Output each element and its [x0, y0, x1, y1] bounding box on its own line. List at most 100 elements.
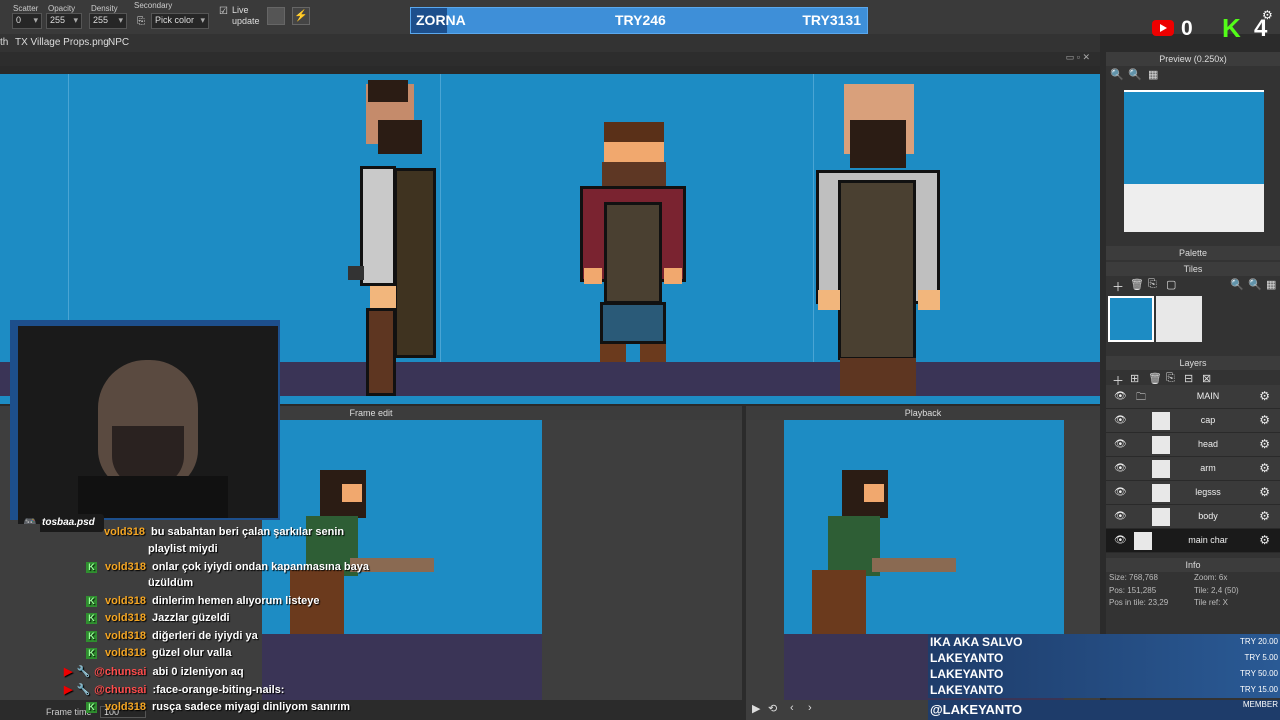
add-icon[interactable]: ＋ [1112, 278, 1124, 295]
zoom-out-icon[interactable]: 🔍 [1248, 278, 1262, 291]
layer-row[interactable]: 👁 body ⚙ [1106, 505, 1280, 529]
preview-thumbnail[interactable] [1124, 90, 1264, 232]
info-tile: Tile: 2,4 (50) [1194, 586, 1239, 595]
density-label: Density [91, 4, 118, 13]
info-size: Size: 768,768 [1109, 573, 1158, 582]
eye-icon[interactable]: 👁 [1114, 511, 1127, 522]
zoom-out-icon[interactable]: 🔍 [1128, 68, 1142, 81]
sprite-npc-bearded [580, 122, 686, 362]
palette-title: Palette [1106, 246, 1280, 260]
eye-icon[interactable]: 👁 [1114, 487, 1127, 498]
info-tile-ref: Tile ref: X [1194, 598, 1228, 607]
wrench-icon: 🔧 [76, 666, 91, 678]
fit-icon[interactable]: ▦ [1266, 278, 1276, 291]
layer-row[interactable]: 👁 🗀 MAIN ⚙ [1106, 385, 1280, 409]
frame-edit-ground [262, 634, 542, 700]
donation-target: TRY3131 [802, 12, 861, 28]
live-update-checkbox[interactable]: ☑ [219, 6, 228, 17]
sprite-playback [802, 470, 972, 634]
live-update-label-2: update [232, 16, 260, 26]
chat-message: Kvold318 rusça sadece miyagi dinliyom san… [86, 701, 350, 713]
tab-th[interactable]: th [0, 37, 8, 48]
flatten-icon[interactable]: ⊠ [1202, 372, 1211, 385]
info-pos: Pos: 151,285 [1109, 586, 1157, 595]
add-group-icon[interactable]: ⊞ [1130, 372, 1139, 385]
layer-row[interactable]: 👁 cap ⚙ [1106, 409, 1280, 433]
chat-message: Kvold318 dinlerim hemen alıyorum listeye [86, 595, 319, 607]
eye-icon[interactable]: 👁 [1114, 535, 1127, 546]
layer-row[interactable]: 👁 legsss ⚙ [1106, 481, 1280, 505]
gear-icon[interactable]: ⚙ [1259, 509, 1270, 523]
scatter-label: Scatter [13, 4, 39, 13]
trash-icon[interactable]: 🗑 [1148, 372, 1162, 385]
chat-message: Kvold318 güzel olur valla [86, 647, 231, 659]
wand-button[interactable]: ⚡ [292, 7, 310, 25]
prev-frame-icon[interactable]: ‹ [790, 702, 794, 714]
left-gutter [0, 524, 40, 700]
member-label: MEMBER [1242, 700, 1278, 709]
loop-icon[interactable]: ⟲ [768, 702, 777, 715]
play-icon[interactable]: ▶ [752, 702, 760, 715]
youtube-viewer-count: 0 [1181, 17, 1193, 40]
layer-row-selected[interactable]: 👁 main char ⚙ [1106, 529, 1280, 553]
secondary-label: Secondary [134, 1, 173, 10]
fit-icon[interactable]: ▦ [1148, 68, 1158, 81]
donor-row: LAKEYANTO TRY 5.00 [928, 650, 1280, 666]
info-pos-in-tile: Pos in tile: 23,29 [1109, 598, 1169, 607]
wrench-icon: 🔧 [76, 684, 91, 696]
next-frame-icon[interactable]: › [808, 702, 812, 714]
latest-member-handle: @LAKEYANTO [930, 702, 1023, 717]
youtube-icon: ▶ [64, 684, 73, 696]
youtube-icon: ▶ [64, 666, 73, 678]
right-sidebar: Preview (0.250x) 🔍 🔍 ▦ Palette Tiles ＋ 🗑… [1106, 52, 1280, 720]
layer-row[interactable]: 👁 head ⚙ [1106, 433, 1280, 457]
opacity-label: Opacity [48, 4, 76, 13]
layer-thumbnail [1134, 532, 1152, 550]
folder-icon: 🗀 [1136, 392, 1146, 403]
gear-icon[interactable]: ⚙ [1259, 461, 1270, 475]
grid-icon[interactable]: ▢ [1166, 278, 1176, 291]
merge-icon[interactable]: ⊟ [1184, 372, 1193, 385]
scatter-select[interactable]: 0 [12, 13, 42, 29]
tile-thumb[interactable] [1108, 296, 1154, 342]
gear-icon[interactable]: ⚙ [1259, 437, 1270, 451]
secondary-select[interactable]: Pick color [151, 13, 209, 29]
layer-row[interactable]: 👁 arm ⚙ [1106, 457, 1280, 481]
layer-thumbnail [1152, 412, 1170, 430]
eye-icon[interactable]: 👁 [1114, 463, 1127, 474]
layer-thumbnail [1152, 436, 1170, 454]
tab-npc[interactable]: NPC [108, 37, 129, 48]
gear-icon[interactable]: ⚙ [1259, 485, 1270, 499]
kick-icon: K [1222, 13, 1241, 43]
eye-icon[interactable]: 👁 [1114, 391, 1127, 402]
toolbar-button-1[interactable] [267, 7, 285, 25]
copy-icon[interactable]: ⎘ [1148, 278, 1157, 291]
chat-message: Kvold318 onlar çok iyiydi ondan kapanması… [86, 561, 369, 573]
discord-handle: tosbaa.psd [42, 517, 95, 528]
chat-message: ▶ 🔧 @chunsai:face-orange-biting-nails: [64, 684, 285, 696]
chat-message: Kvold318 diğerleri de iyiydi ya [86, 630, 258, 642]
copy-icon[interactable]: ⎘ [1166, 372, 1175, 385]
youtube-icon [1152, 20, 1174, 36]
eye-icon[interactable]: 👁 [1114, 415, 1127, 426]
latest-member-bar: @LAKEYANTO MEMBER [928, 700, 1280, 720]
gear-icon[interactable]: ⚙ [1259, 533, 1270, 547]
donor-row: IKA AKA SALVO TRY 20.00 [928, 634, 1280, 650]
tile-thumb[interactable] [1156, 296, 1202, 342]
eye-icon[interactable]: 👁 [1114, 439, 1127, 450]
file-tabs: th TX Village Props.png NPC [0, 34, 1100, 52]
trash-icon[interactable]: 🗑 [1130, 278, 1144, 291]
opacity-select[interactable]: 255 [46, 13, 82, 29]
window-controls-icon[interactable]: ▭ ▫ ✕ [1066, 52, 1090, 63]
gear-icon[interactable]: ⚙ [1259, 389, 1270, 403]
tab-tx-village-props[interactable]: TX Village Props.png [15, 37, 109, 48]
zoom-in-icon[interactable]: 🔍 [1230, 278, 1244, 291]
gear-icon[interactable]: ⚙ [1262, 8, 1273, 22]
density-select[interactable]: 255 [89, 13, 127, 29]
sprite-npc-apron [814, 80, 942, 396]
color-picker-icon[interactable]: ⎘ [137, 16, 145, 27]
zoom-in-icon[interactable]: 🔍 [1110, 68, 1124, 81]
info-zoom: Zoom: 6x [1194, 573, 1228, 582]
gear-icon[interactable]: ⚙ [1259, 413, 1270, 427]
info-title: Info [1106, 558, 1280, 572]
